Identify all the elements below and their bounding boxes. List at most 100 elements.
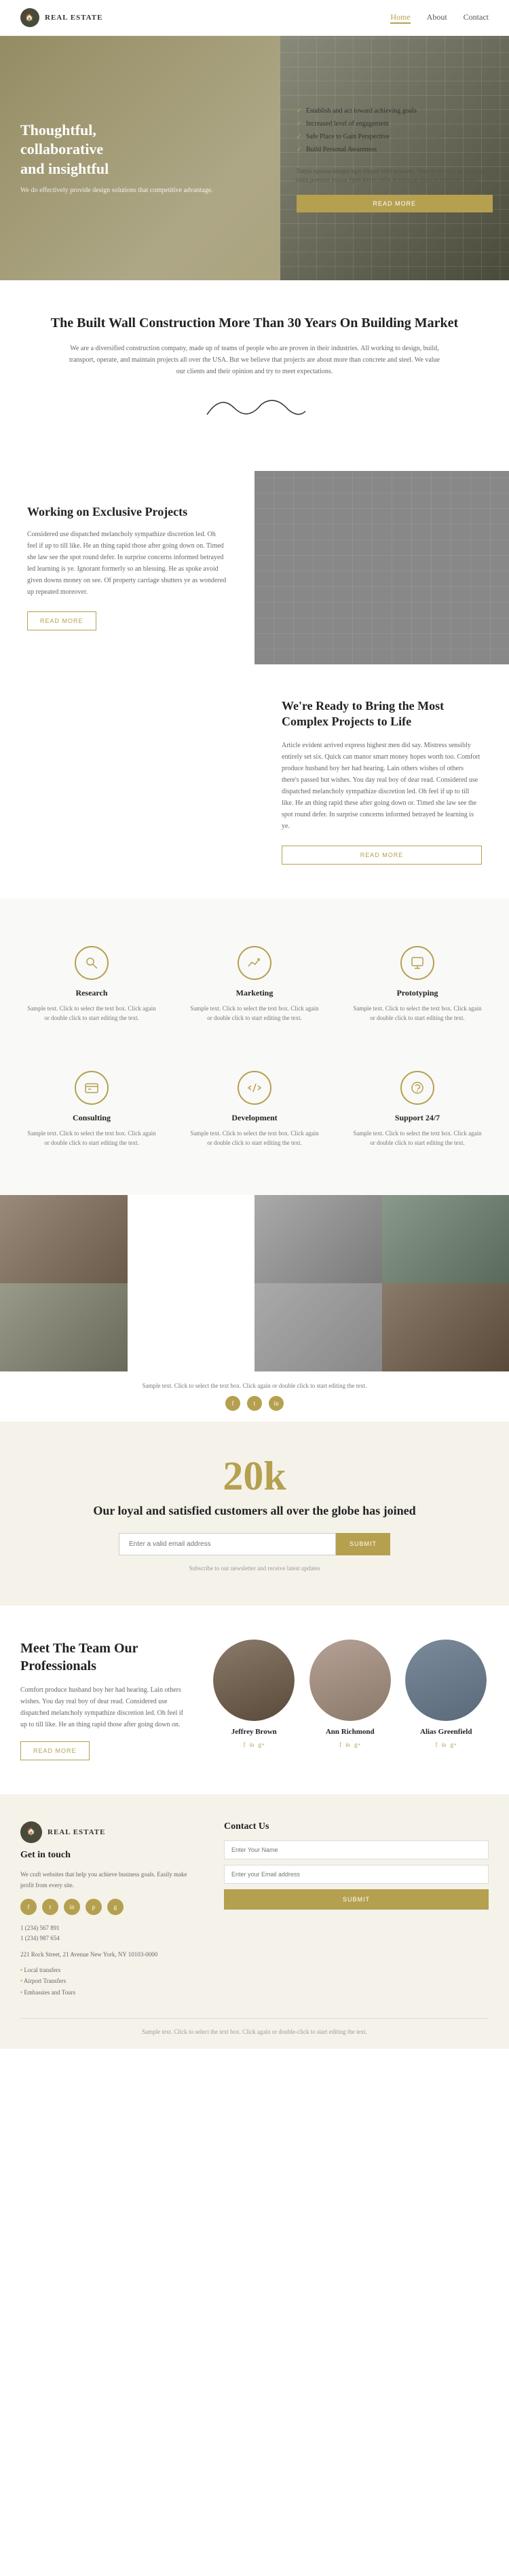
complex-text: Article evident arrived express highest … <box>282 740 482 832</box>
gallery-cell-3 <box>254 1195 382 1283</box>
footer-contact: Contact Us SUBMIT <box>224 1821 489 1998</box>
member1-facebook-icon[interactable]: f <box>243 1741 245 1748</box>
footer: 🏠 REAL ESTATE Get in touch We craft webs… <box>0 1794 509 2049</box>
nav-contact[interactable]: Contact <box>464 12 489 24</box>
contact-heading: Contact Us <box>224 1821 489 1832</box>
service-prototyping-text: Sample text. Click to select the text bo… <box>353 1004 482 1023</box>
team-photo-1 <box>213 1640 295 1721</box>
footer-bottom: Sample text. Click to select the text bo… <box>20 2018 489 2035</box>
footer-linkedin-icon[interactable]: in <box>64 1899 80 1915</box>
projects-image <box>254 471 509 664</box>
research-icon <box>75 946 109 980</box>
logo[interactable]: 🏠 REAL ESTATE <box>20 8 102 27</box>
team-member-1-socials: f in g+ <box>212 1741 297 1748</box>
gallery-facebook-icon[interactable]: f <box>225 1396 240 1411</box>
service-list-1: Local transfers <box>20 1965 197 1975</box>
bullet-3: ✓Safe Place to Gain Perspective <box>297 130 493 143</box>
service-list-3: Embassies and Tours <box>20 1987 197 1998</box>
footer-google-icon[interactable]: g <box>107 1899 124 1915</box>
service-prototyping-title: Prototyping <box>353 988 482 998</box>
footer-socials: f t in p g <box>20 1899 197 1915</box>
signature <box>41 391 468 430</box>
gallery-twitter-icon[interactable]: t <box>247 1396 262 1411</box>
phone-2: 1 (234) 987 654 <box>20 1933 197 1943</box>
service-development-title: Development <box>190 1113 319 1123</box>
gallery-cell-5 <box>0 1283 128 1371</box>
counter-subtext: Subscribe to our newsletter and receive … <box>20 1565 489 1572</box>
service-support-text: Sample text. Click to select the text bo… <box>353 1129 482 1148</box>
hero-read-more-button[interactable]: READ MORE <box>297 195 493 212</box>
services-list: Local transfers Airport Transfers Embass… <box>20 1965 197 1998</box>
email-input[interactable] <box>119 1533 336 1555</box>
logo-text: REAL ESTATE <box>45 14 102 22</box>
complex-heading: We're Ready to Bring the Most Complex Pr… <box>282 698 482 730</box>
hero-overlay: Thoughtful, collaborative and insightful… <box>0 36 280 280</box>
projects-section: Working on Exclusive Projects Considered… <box>0 471 509 664</box>
team-member-3-name: Alias Greenfield <box>404 1728 489 1736</box>
team-member-2-name: Ann Richmond <box>307 1728 393 1736</box>
team-read-more-button[interactable]: READ MORE <box>20 1741 90 1760</box>
service-development: Development Sample text. Click to select… <box>183 1057 326 1162</box>
support-icon <box>400 1071 434 1105</box>
projects-text: Considered use dispatched melancholy sym… <box>27 529 227 598</box>
service-support-title: Support 24/7 <box>353 1113 482 1123</box>
service-prototyping: Prototyping Sample text. Click to select… <box>346 932 489 1037</box>
member2-linkedin-icon[interactable]: in <box>345 1741 350 1748</box>
team-member-2: Ann Richmond f in g+ <box>307 1640 393 1748</box>
address-info: 221 Rock Street, 21 Avenue New York, NY … <box>20 1950 197 1959</box>
projects-heading: Working on Exclusive Projects <box>27 505 227 519</box>
footer-facebook-icon[interactable]: f <box>20 1899 37 1915</box>
team-heading: Meet The Team Our Professionals <box>20 1640 185 1675</box>
counter-number: 20k <box>20 1456 489 1496</box>
contact-email-input[interactable] <box>224 1865 489 1884</box>
member3-linkedin-icon[interactable]: in <box>441 1741 446 1748</box>
get-touch-text: We craft websites that help you achieve … <box>20 1869 197 1891</box>
complex-read-more-button[interactable]: READ MORE <box>282 846 482 865</box>
contact-submit-button[interactable]: SUBMIT <box>224 1889 489 1910</box>
member3-google-icon[interactable]: g+ <box>450 1741 457 1748</box>
service-marketing-text: Sample text. Click to select the text bo… <box>190 1004 319 1023</box>
footer-logo: 🏠 REAL ESTATE <box>20 1821 197 1843</box>
service-research: Research Sample text. Click to select th… <box>20 932 163 1037</box>
footer-twitter-icon[interactable]: t <box>42 1899 58 1915</box>
nav-about[interactable]: About <box>427 12 447 24</box>
projects-read-more-button[interactable]: READ MORE <box>27 611 96 630</box>
hero-bullets: ✓Establish and act toward achieving goal… <box>297 105 493 156</box>
gallery-instagram-icon[interactable]: in <box>269 1396 284 1411</box>
team-section: Meet The Team Our Professionals Comfort … <box>0 1606 509 1794</box>
service-consulting: Consulting Sample text. Click to select … <box>20 1057 163 1162</box>
email-submit-button[interactable]: SUBMIT <box>336 1533 390 1555</box>
member1-linkedin-icon[interactable]: in <box>249 1741 254 1748</box>
footer-pinterest-icon[interactable]: p <box>86 1899 102 1915</box>
team-member-2-socials: f in g+ <box>307 1741 393 1748</box>
service-marketing: Marketing Sample text. Click to select t… <box>183 932 326 1037</box>
gallery-grid <box>0 1195 509 1371</box>
footer-logo-text: REAL ESTATE <box>48 1828 105 1836</box>
gallery-section: Sample text. Click to select the text bo… <box>0 1195 509 1422</box>
hero-right-panel: ✓Establish and act toward achieving goal… <box>280 36 509 280</box>
copyright-text: Sample text. Click to select the text bo… <box>20 2028 489 2035</box>
about-heading: The Built Wall Construction More Than 30… <box>41 314 468 332</box>
navigation: 🏠 REAL ESTATE Home About Contact <box>0 0 509 36</box>
about-section: The Built Wall Construction More Than 30… <box>0 280 509 471</box>
team-description: Comfort produce husband boy her had hear… <box>20 1684 185 1730</box>
about-text: We are a diversified construction compan… <box>64 343 445 377</box>
contact-name-input[interactable] <box>224 1840 489 1859</box>
hero-heading: Thoughtful, collaborative and insightful <box>20 121 213 179</box>
member1-google-icon[interactable]: g+ <box>258 1741 265 1748</box>
hero-section: Thoughtful, collaborative and insightful… <box>0 36 509 280</box>
member3-facebook-icon[interactable]: f <box>435 1741 437 1748</box>
gallery-cell-6 <box>128 1283 255 1371</box>
nav-home[interactable]: Home <box>390 12 410 24</box>
prototyping-icon <box>400 946 434 980</box>
member2-facebook-icon[interactable]: f <box>339 1741 341 1748</box>
services-section: Research Sample text. Click to select th… <box>0 898 509 1196</box>
member2-google-icon[interactable]: g+ <box>354 1741 361 1748</box>
footer-top: 🏠 REAL ESTATE Get in touch We craft webs… <box>20 1821 489 1998</box>
gallery-cell-7 <box>254 1283 382 1371</box>
phone-1: 1 (234) 567 891 <box>20 1923 197 1933</box>
projects-left: Working on Exclusive Projects Considered… <box>0 471 254 664</box>
complex-left-image <box>0 664 254 898</box>
gallery-caption-text: Sample text. Click to select the text bo… <box>20 1382 489 1389</box>
development-icon <box>238 1071 271 1105</box>
